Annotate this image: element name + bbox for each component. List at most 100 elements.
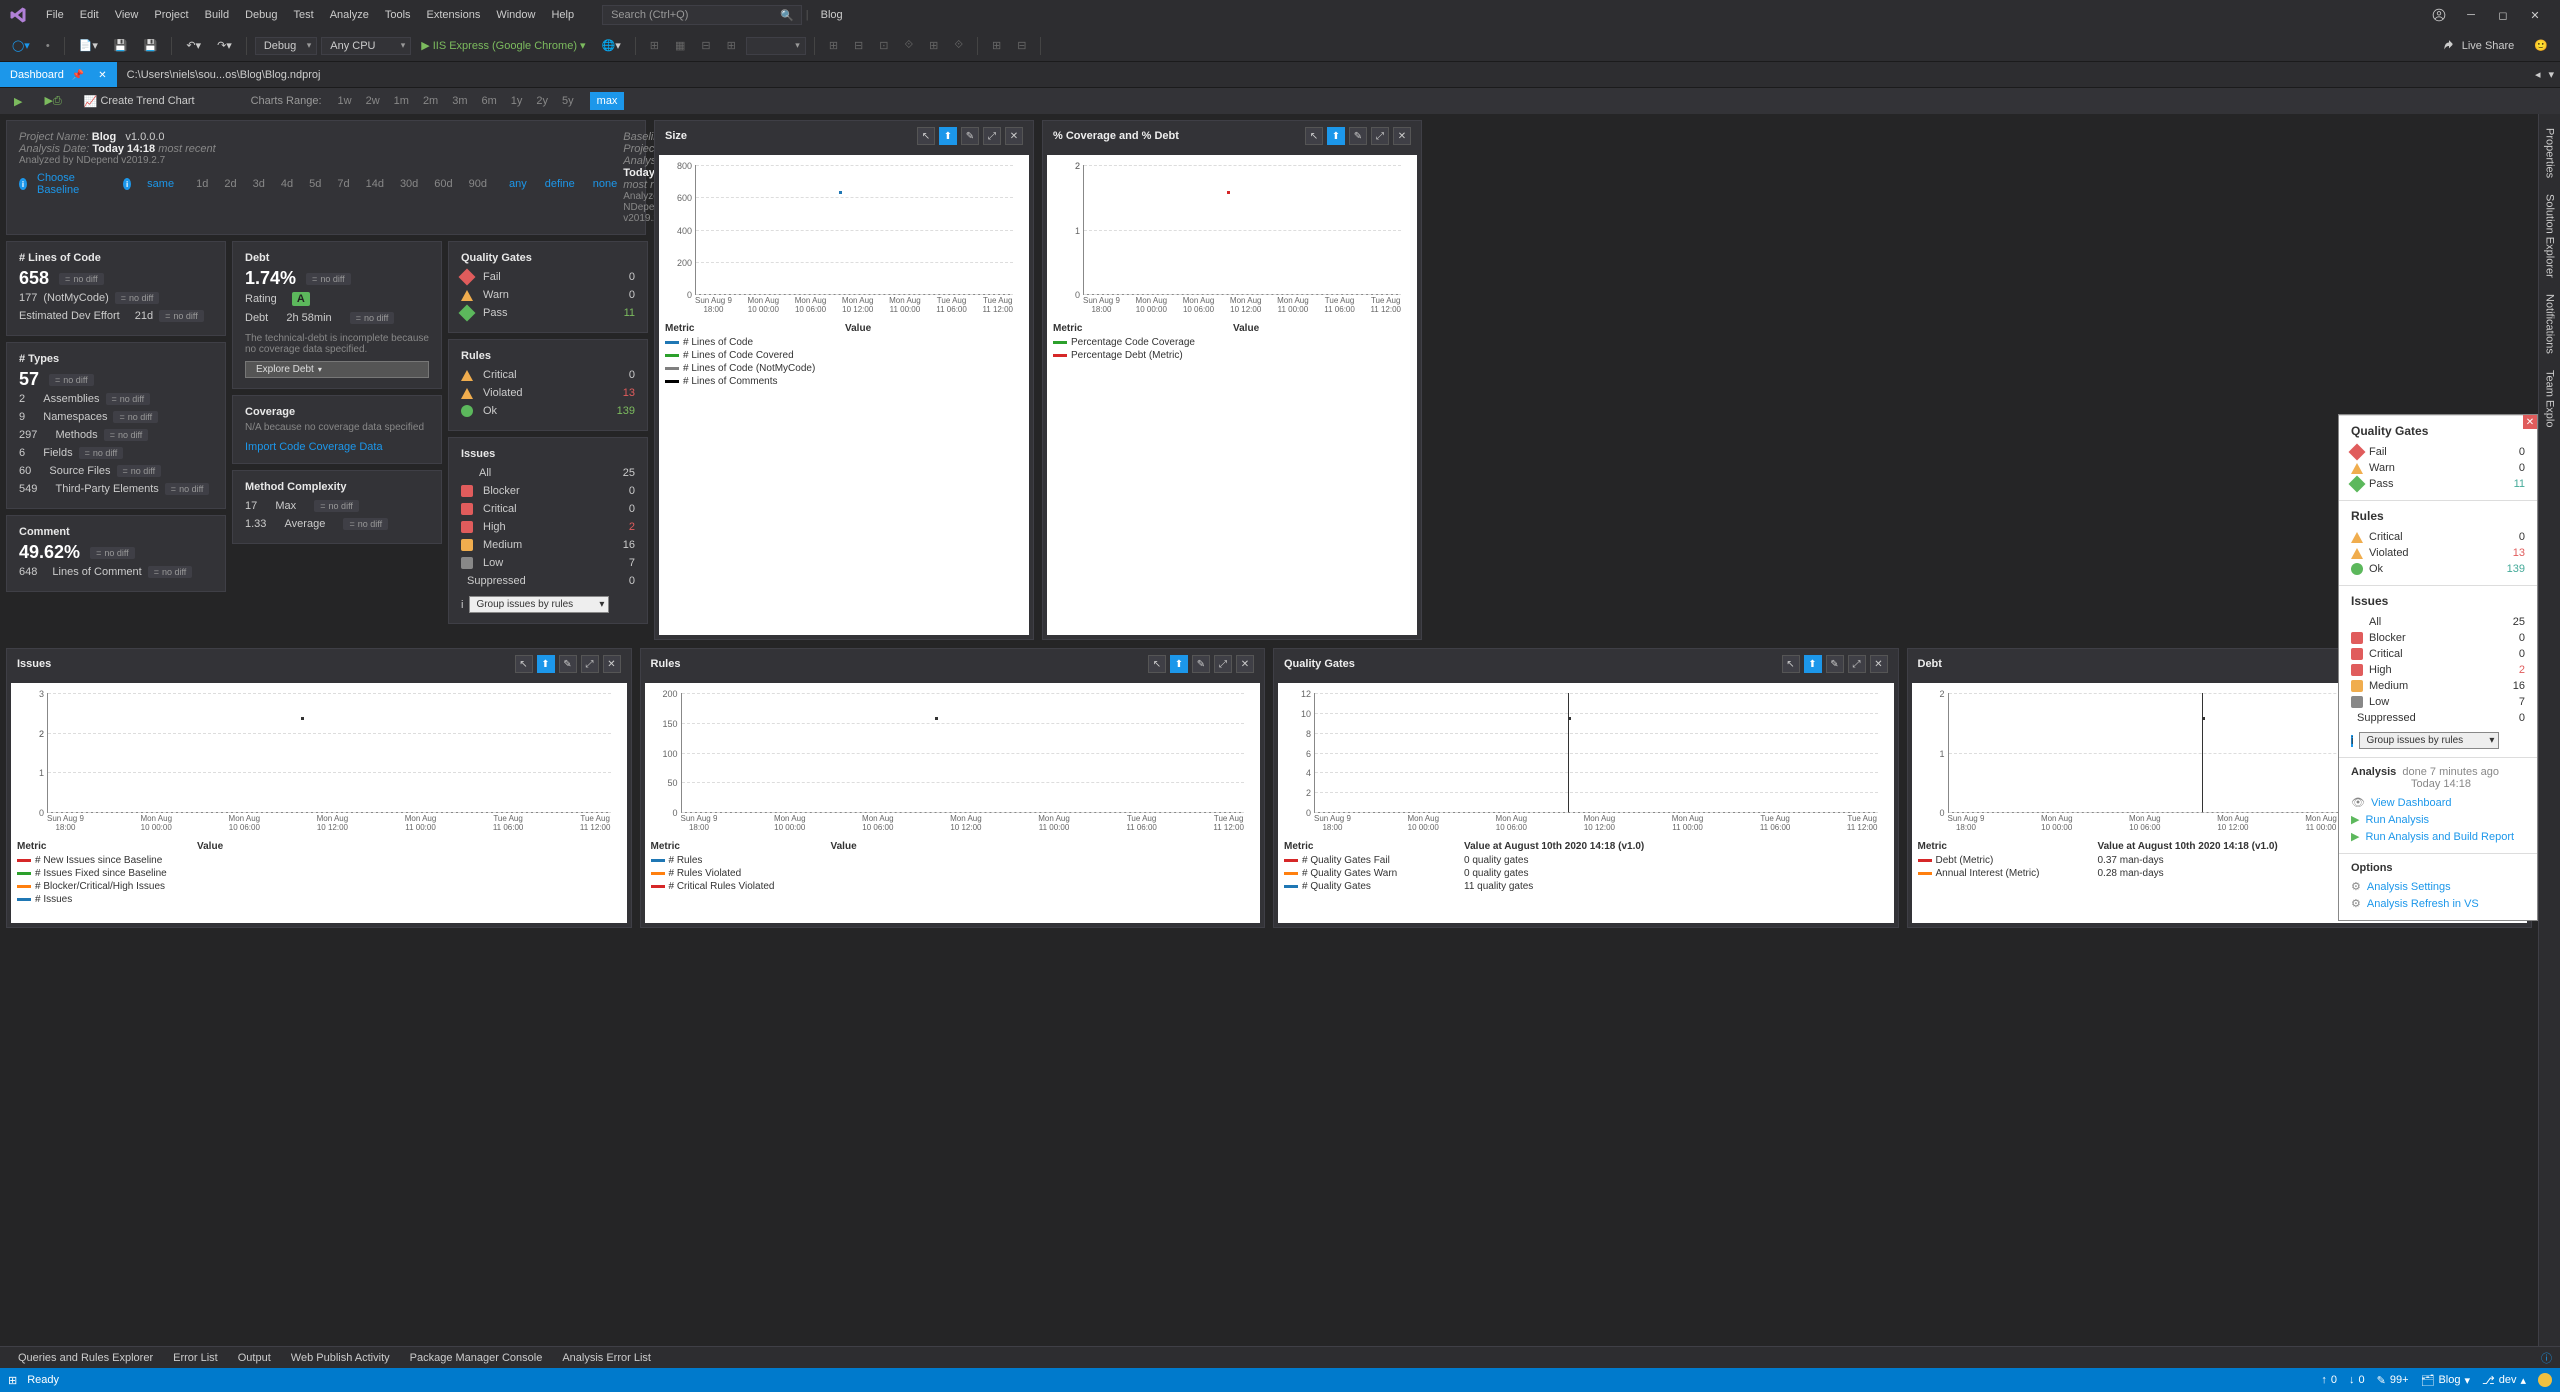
- tool-icon-2[interactable]: ▦: [669, 36, 691, 55]
- chart-export-button[interactable]: ⬆: [939, 127, 957, 145]
- range-1y[interactable]: 1y: [505, 93, 529, 109]
- rail-solution-explorer[interactable]: Solution Explorer: [2542, 186, 2558, 286]
- baseline-2d[interactable]: 2d: [218, 176, 242, 192]
- baseline-1d[interactable]: 1d: [190, 176, 214, 192]
- status-host-icon[interactable]: ⊞: [8, 1374, 17, 1387]
- solution-indicator[interactable]: 🗂 Blog ▾: [2421, 1374, 2471, 1387]
- chart-cursor-button[interactable]: ↖: [1148, 655, 1166, 673]
- config-dropdown[interactable]: Debug: [255, 37, 317, 55]
- rail-properties[interactable]: Properties: [2542, 120, 2558, 186]
- baseline-14d[interactable]: 14d: [360, 176, 390, 192]
- sync-down[interactable]: ↓ 0: [2349, 1374, 2365, 1386]
- tool-icon-3[interactable]: ⊟: [695, 36, 716, 55]
- info-icon[interactable]: ⓘ: [2541, 1350, 2552, 1366]
- baseline-30d[interactable]: 30d: [394, 176, 424, 192]
- chart-export-button[interactable]: ⬆: [1804, 655, 1822, 673]
- range-2w[interactable]: 2w: [360, 93, 386, 109]
- chart-close-button[interactable]: ✕: [603, 655, 621, 673]
- floating-summary-panel[interactable]: ✕ Quality Gates Fail0Warn0Pass11 Rules C…: [2338, 414, 2538, 921]
- chart-edit-button[interactable]: ✎: [1192, 655, 1210, 673]
- chart-edit-button[interactable]: ✎: [961, 127, 979, 145]
- close-button[interactable]: ✕: [2528, 8, 2542, 22]
- menu-extensions[interactable]: Extensions: [419, 5, 489, 25]
- tab-ndproj[interactable]: C:\Users\niels\sou...os\Blog\Blog.ndproj: [117, 62, 331, 87]
- tab-dashboard[interactable]: Dashboard 📌 ✕: [0, 62, 117, 87]
- chart-shrink-button[interactable]: ⤢: [1214, 655, 1232, 673]
- extra-dropdown[interactable]: [746, 37, 806, 55]
- fp-link-0[interactable]: View Dashboard: [2371, 797, 2452, 809]
- menu-window[interactable]: Window: [488, 5, 543, 25]
- baseline-4d[interactable]: 4d: [275, 176, 299, 192]
- browser-select-button[interactable]: 🌐▾: [596, 36, 627, 55]
- tool-icon-5[interactable]: ⊞: [823, 36, 844, 55]
- chart-cursor-button[interactable]: ↖: [1782, 655, 1800, 673]
- tab-menu-icon[interactable]: ▾: [2548, 68, 2554, 81]
- nav-fwd-button[interactable]: •: [40, 37, 56, 55]
- chart-cursor-button[interactable]: ↖: [1305, 127, 1323, 145]
- run-button[interactable]: ▶ IIS Express (Google Chrome) ▾: [415, 36, 591, 55]
- fp-option-0[interactable]: Analysis Settings: [2367, 881, 2451, 893]
- bottom-tab-output[interactable]: Output: [228, 1349, 281, 1367]
- bottom-tab-error-list[interactable]: Error List: [163, 1349, 228, 1367]
- menu-test[interactable]: Test: [286, 5, 322, 25]
- menu-build[interactable]: Build: [197, 5, 237, 25]
- explore-debt-button[interactable]: Explore Debt: [245, 361, 429, 378]
- tool-icon-4[interactable]: ⊞: [721, 36, 742, 55]
- menu-view[interactable]: View: [107, 5, 147, 25]
- fp-group-combo[interactable]: Group issues by rules: [2359, 732, 2499, 749]
- run-analysis-report-icon[interactable]: ▶⎙: [38, 91, 67, 111]
- baseline-define[interactable]: define: [539, 176, 581, 192]
- menu-project[interactable]: Project: [146, 5, 196, 25]
- chart-close-button[interactable]: ✕: [1870, 655, 1888, 673]
- baseline-any[interactable]: any: [503, 176, 533, 192]
- chart-shrink-button[interactable]: ⤢: [1371, 127, 1389, 145]
- maximize-button[interactable]: ◻: [2496, 8, 2510, 22]
- chart-export-button[interactable]: ⬆: [537, 655, 555, 673]
- chart-close-button[interactable]: ✕: [1236, 655, 1254, 673]
- choose-baseline-link[interactable]: Choose Baseline: [37, 172, 93, 196]
- save-button[interactable]: 💾: [108, 36, 134, 55]
- baseline-3d[interactable]: 3d: [247, 176, 271, 192]
- range-max[interactable]: max: [590, 92, 625, 110]
- range-6m[interactable]: 6m: [476, 93, 503, 109]
- bottom-tab-queries-and-rules-explorer[interactable]: Queries and Rules Explorer: [8, 1349, 163, 1367]
- chart-export-button[interactable]: ⬆: [1170, 655, 1188, 673]
- chart-edit-button[interactable]: ✎: [1826, 655, 1844, 673]
- live-share-button[interactable]: Live Share: [2432, 36, 2525, 56]
- tool-icon-7[interactable]: ⊡: [873, 36, 894, 55]
- baseline-60d[interactable]: 60d: [428, 176, 458, 192]
- tool-icon-12[interactable]: ⊟: [1011, 36, 1032, 55]
- chart-cursor-button[interactable]: ↖: [515, 655, 533, 673]
- chart-shrink-button[interactable]: ⤢: [983, 127, 1001, 145]
- close-tab-icon[interactable]: ✕: [98, 70, 106, 81]
- tab-overflow-icon[interactable]: ◂: [2535, 68, 2541, 81]
- chart-cursor-button[interactable]: ↖: [917, 127, 935, 145]
- menu-tools[interactable]: Tools: [377, 5, 419, 25]
- range-5y[interactable]: 5y: [556, 93, 580, 109]
- chart-export-button[interactable]: ⬆: [1327, 127, 1345, 145]
- menu-debug[interactable]: Debug: [237, 5, 285, 25]
- group-issues-combo[interactable]: Group issues by rules: [469, 596, 609, 613]
- menu-edit[interactable]: Edit: [72, 5, 107, 25]
- bottom-tab-web-publish-activity[interactable]: Web Publish Activity: [281, 1349, 400, 1367]
- rail-notifications[interactable]: Notifications: [2542, 286, 2558, 362]
- pin-icon[interactable]: 📌: [72, 70, 84, 81]
- menu-analyze[interactable]: Analyze: [322, 5, 377, 25]
- chart-shrink-button[interactable]: ⤢: [1848, 655, 1866, 673]
- tool-icon-10[interactable]: ⟐: [948, 36, 969, 55]
- chart-close-button[interactable]: ✕: [1393, 127, 1411, 145]
- redo-button[interactable]: ↷▾: [211, 36, 238, 55]
- quick-search-input[interactable]: Search (Ctrl+Q): [602, 5, 802, 25]
- chart-edit-button[interactable]: ✎: [559, 655, 577, 673]
- import-coverage-link[interactable]: Import Code Coverage Data: [245, 441, 429, 453]
- baseline-none[interactable]: none: [587, 176, 623, 192]
- range-1w[interactable]: 1w: [332, 93, 358, 109]
- tool-icon-6[interactable]: ⊟: [848, 36, 869, 55]
- range-2y[interactable]: 2y: [530, 93, 554, 109]
- same-link[interactable]: same: [141, 176, 180, 192]
- undo-button[interactable]: ↶▾: [180, 36, 207, 55]
- range-1m[interactable]: 1m: [388, 93, 415, 109]
- close-panel-icon[interactable]: ✕: [2523, 415, 2537, 429]
- create-trend-chart-button[interactable]: 📈 Create Trend Chart: [78, 92, 201, 111]
- tool-icon-8[interactable]: ⟐: [898, 36, 919, 55]
